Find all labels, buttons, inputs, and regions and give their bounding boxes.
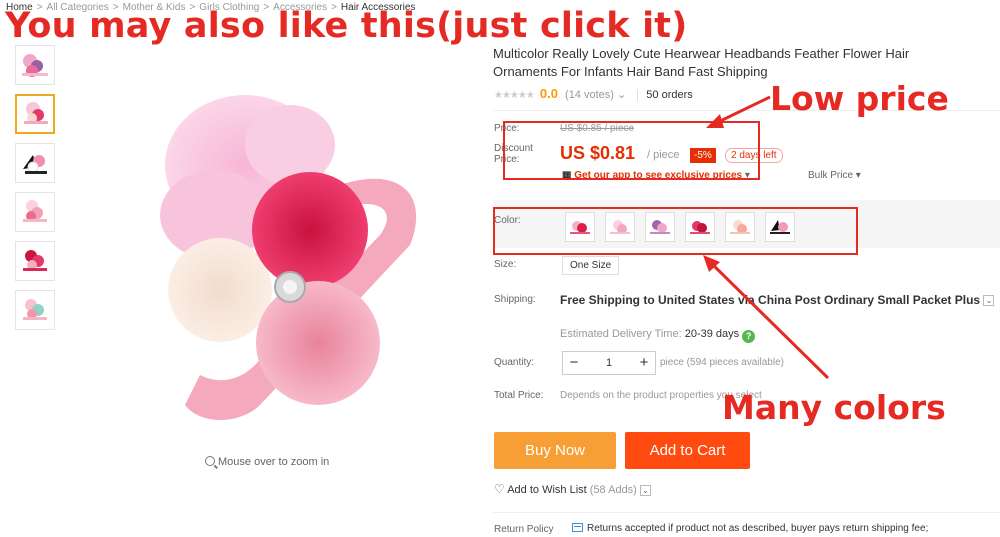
annotation-many-colors: Many colors: [722, 388, 946, 427]
annotation-low-price: Low price: [770, 79, 949, 118]
